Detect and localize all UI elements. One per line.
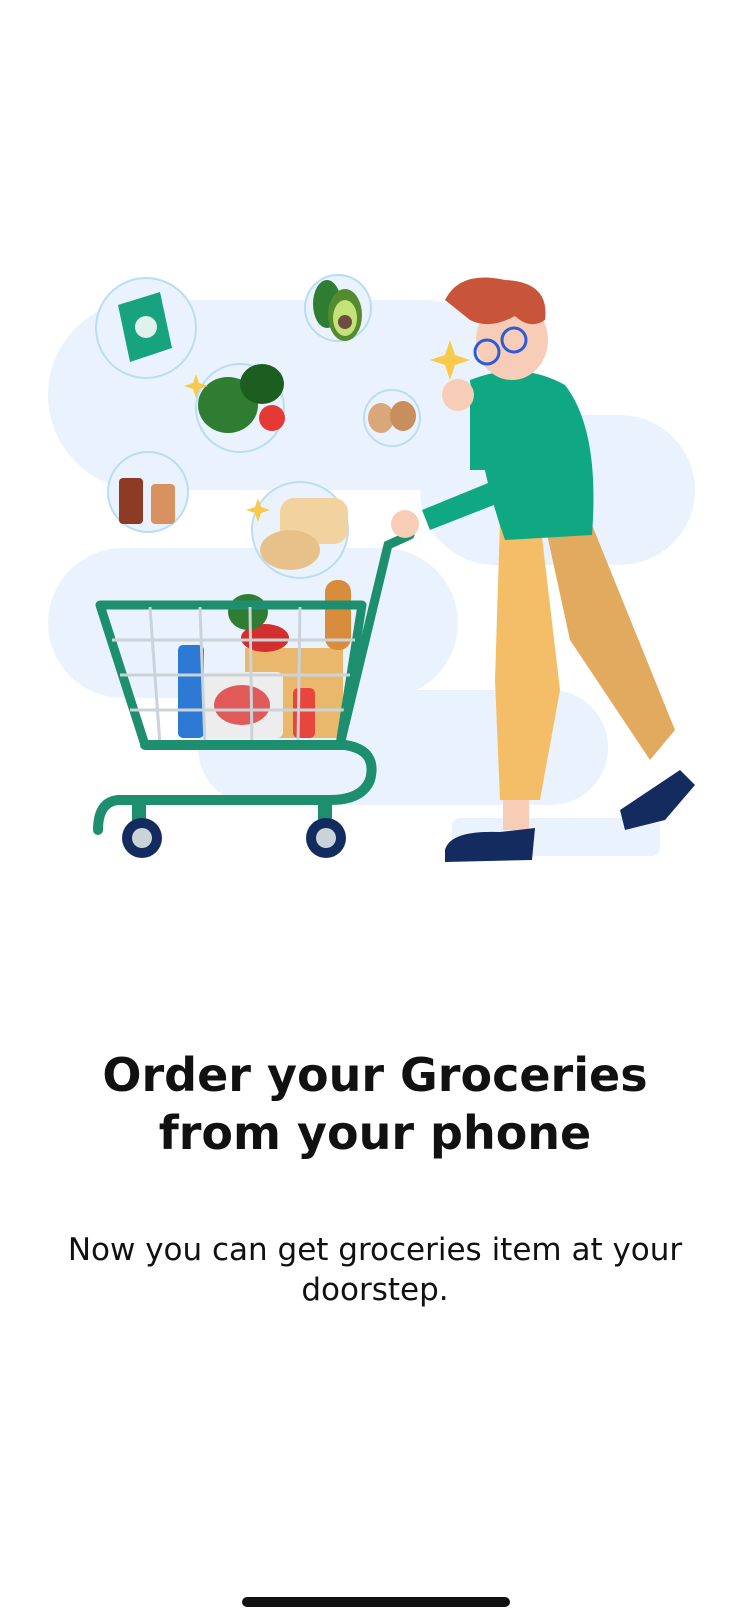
onboarding-subtitle: Now you can get groceries item at your d… bbox=[67, 1232, 683, 1308]
lettuce-bubble-icon bbox=[195, 363, 285, 453]
title-line-1: Order your Groceries bbox=[102, 1048, 648, 1102]
eggs-bubble-icon bbox=[363, 389, 421, 447]
bread-bubble-icon bbox=[251, 481, 349, 579]
sauces-bubble-icon bbox=[107, 451, 189, 533]
avocado-bubble-icon bbox=[304, 274, 372, 342]
home-indicator[interactable] bbox=[242, 1597, 510, 1607]
shopping-cart-illustration bbox=[48, 274, 695, 862]
onboarding-title: Order your Groceries from your phone bbox=[0, 1046, 750, 1162]
snack-bubble-icon bbox=[95, 277, 197, 379]
title-line-2: from your phone bbox=[158, 1106, 592, 1160]
